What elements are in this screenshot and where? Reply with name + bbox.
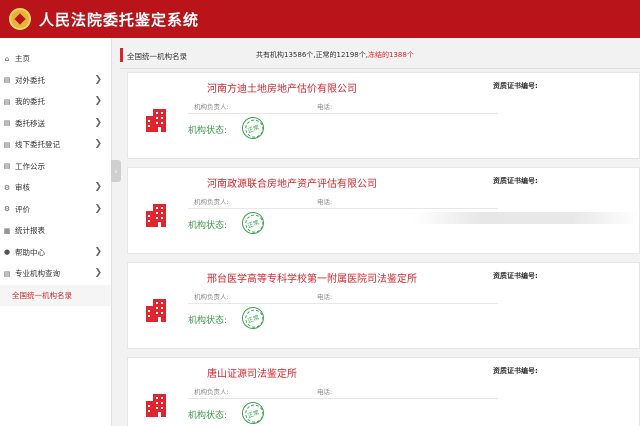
org-name-link[interactable]: 河南方迪土地房地产估价有限公司 [207,80,357,95]
divider [188,113,498,114]
sidebar-item-7[interactable]: ⚙ 评价 ❯ [0,199,111,221]
status-label: 机构状态: [188,411,228,421]
app-header: 人民法院委托鉴定系统 [0,0,640,38]
status-label: 机构状态: [188,221,228,231]
frozen-count-link[interactable]: 冻结的1388个 [368,51,414,59]
cert-number-label: 资质证书编号: [493,367,538,375]
cert-number-label: 资质证书编号: [493,177,538,185]
court-emblem-icon [9,8,31,30]
sidebar-item-9[interactable]: ● 帮助中心 ❯ [0,242,111,264]
org-card: 河南方迪土地房地产估价有限公司 资质证书编号: 机构负责人: 电话: 机构状态: 正常 [127,72,640,159]
building-icon [145,393,167,417]
head-label: 机构负责人: [194,293,229,301]
sidebar-item-0[interactable]: ⌂ 主页 [0,48,111,70]
divider [188,398,498,399]
sidebar-item-8[interactable]: ▦ 统计报表 [0,220,111,242]
divider [188,208,498,209]
org-card: 河南政源联合房地产资产评估有限公司 资质证书编号: 机构负责人: 电话: 机构状态: 正常 [127,167,640,254]
org-name-link[interactable]: 邢台医学高等专科学校第一附属医院司法鉴定所 [207,270,417,285]
status-stamp-text: 正常 [246,313,261,325]
status-stamp-text: 正常 [246,408,261,420]
sidebar-item-6[interactable]: ⚙ 审核 ❯ [0,177,111,199]
chevron-right-icon: ❯ [94,96,102,106]
section-title: 全国统一机构名录 [127,52,187,61]
head-label: 机构负责人: [194,388,229,396]
chevron-right-icon: ❯ [94,203,102,214]
status-stamp-icon: 正常 [238,208,268,238]
org-card: 邢台医学高等专科学校第一附属医院司法鉴定所 资质证书编号: 机构负责人: 电话: 机构状… [127,262,640,349]
chevron-right-icon: ❯ [94,246,102,257]
sidebar-item-3[interactable]: ▤ 委托移送 ❯ [0,113,111,135]
doc-icon: ▤ [3,76,11,85]
status-stamp-text: 正常 [246,123,261,135]
sidebar-item-10[interactable]: ▤ 专业机构查询 ❯ [0,263,111,285]
sidebar-item-label: 我的委托 [15,97,45,107]
divider [120,68,640,69]
chevron-right-icon: ❯ [94,268,102,278]
doc-icon: ▤ [3,97,11,106]
sidebar-item-org-directory[interactable]: 全国统一机构名录 [0,284,111,306]
sidebar-item-2[interactable]: ▤ 我的委托 ❯ [0,91,111,113]
cert-number-label: 资质证书编号: [493,272,538,280]
sidebar-item-label: 评价 [15,204,30,214]
org-name-link[interactable]: 河南政源联合房地产资产评估有限公司 [207,175,377,190]
chevron-right-icon: ❯ [94,74,102,85]
gear-icon: ⚙ [3,205,11,214]
sidebar-item-label: 统计报表 [15,226,45,236]
status-stamp-icon: 正常 [238,113,268,143]
app-title: 人民法院委托鉴定系统 [39,10,200,29]
org-card: 唐山证源司法鉴定所 资质证书编号: 机构负责人: 电话: 机构状态: 正常 [127,357,640,426]
main-content: 全国统一机构名录 共有机构13586个,正常的12198个,冻结的1388个 河… [117,38,640,426]
help-icon: ● [3,248,11,257]
phone-label: 电话: [317,293,333,301]
sidebar-item-5[interactable]: ▤ 工作公示 [0,156,111,178]
org-stats-text: 共有机构13586个,正常的12198个, [256,51,368,59]
home-icon: ⌂ [4,54,10,63]
building-icon [145,203,167,227]
sidebar-item-label: 主页 [15,54,30,64]
chevron-right-icon: ❯ [94,139,102,149]
redacted-area [413,212,640,224]
building-icon [145,298,167,322]
sidebar-item-label: 专业机构查询 [15,269,60,279]
phone-label: 电话: [317,103,333,111]
section-header: 全国统一机构名录 共有机构13586个,正常的12198个,冻结的1388个 [117,46,640,69]
sidebar-item-1[interactable]: ▤ 对外委托 ❯ [0,70,111,92]
org-name-link[interactable]: 唐山证源司法鉴定所 [207,365,297,380]
section-marker [120,48,123,62]
status-stamp-text: 正常 [246,218,261,230]
status-stamp-icon: 正常 [238,303,268,333]
phone-label: 电话: [317,198,333,206]
status-stamp-icon: 正常 [238,398,268,426]
sidebar-item-label: 工作公示 [15,161,45,171]
divider [188,303,498,304]
doc-icon: ▤ [3,140,11,149]
sidebar-item-label: 帮助中心 [15,247,45,257]
gear-icon: ⚙ [3,183,11,192]
phone-label: 电话: [317,388,333,396]
building-icon [145,108,167,132]
chevron-right-icon: ❯ [94,182,102,192]
status-label: 机构状态: [188,126,228,136]
sidebar-item-label: 对外委托 [15,75,45,85]
sidebar-item-label: 审核 [15,183,30,193]
cert-number-label: 资质证书编号: [493,82,538,90]
sidebar: ⌂ 主页 ▤ 对外委托 ❯ ▤ 我的委托 ❯ ▤ 委托移送 ❯ ▤ 线下委托登记 ❯ ▤ 工作公示 ⚙ 审核 ❯ ⚙ 评… [0,38,112,426]
sidebar-item-label: 委托移送 [15,118,45,128]
sidebar-item-4[interactable]: ▤ 线下委托登记 ❯ [0,134,111,156]
doc-icon: ▤ [3,162,11,171]
chevron-right-icon: ❯ [94,117,102,128]
org-stats: 共有机构13586个,正常的12198个,冻结的1388个 [256,50,414,60]
doc-icon: ▤ [3,269,11,278]
chart-icon: ▦ [3,226,11,235]
head-label: 机构负责人: [194,198,229,206]
head-label: 机构负责人: [194,103,229,111]
sidebar-item-label: 线下委托登记 [15,140,60,150]
doc-icon: ▤ [3,119,11,128]
status-label: 机构状态: [188,316,228,326]
